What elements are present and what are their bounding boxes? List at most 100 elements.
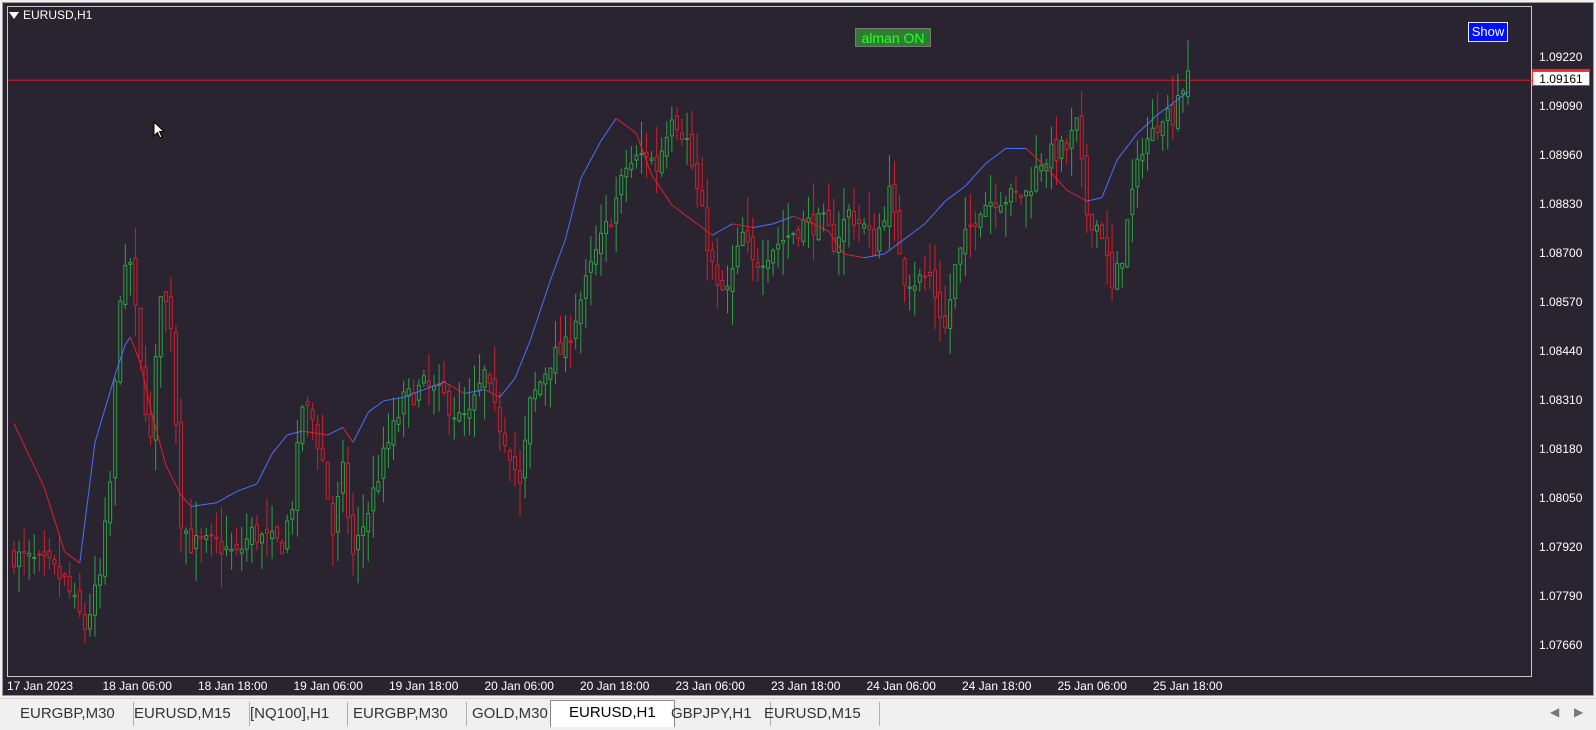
moving-average-segment: [767, 223, 774, 226]
moving-average-segment: [864, 256, 870, 259]
moving-average-segment: [519, 353, 526, 367]
price-axis-label: 1.07790: [1539, 589, 1583, 603]
moving-average-segment: [1137, 128, 1143, 134]
candle: [184, 527, 189, 565]
candle: [325, 461, 330, 500]
candle: [1059, 135, 1064, 172]
moving-average-segment: [919, 223, 926, 229]
plot-area[interactable]: [7, 6, 1533, 678]
candle: [507, 447, 512, 482]
price-axis-label: 1.09090: [1539, 99, 1583, 113]
candle: [877, 213, 882, 259]
price-chart[interactable]: [8, 7, 1533, 678]
time-axis-label: 25 Jan 18:00: [1153, 679, 1223, 693]
moving-average-segment: [884, 249, 890, 255]
tab-eurusd-m15[interactable]: EURUSD,M15: [746, 702, 880, 726]
candle: [927, 243, 932, 290]
moving-average-segment: [889, 246, 895, 251]
moving-average-segment: [772, 221, 779, 225]
moving-average-segment: [459, 390, 465, 394]
candle: [335, 481, 340, 561]
candle: [831, 198, 836, 255]
moving-average-segment: [691, 219, 698, 225]
candle: [381, 426, 386, 503]
moving-average-segment: [266, 453, 273, 465]
candle: [194, 501, 199, 581]
scroll-right-icon[interactable]: ▶: [1574, 705, 1583, 719]
moving-average-segment: [484, 389, 490, 393]
candle: [1125, 219, 1130, 269]
scroll-left-icon[interactable]: ◀: [1550, 705, 1559, 719]
candle: [634, 145, 639, 169]
candle: [938, 260, 943, 342]
candle: [113, 377, 118, 506]
candle: [1013, 176, 1018, 203]
triangle-down-icon[interactable]: [9, 11, 19, 19]
candle: [92, 556, 97, 637]
moving-average-segment: [565, 218, 572, 240]
tab-eurusd-m15[interactable]: EURUSD,M15: [116, 702, 250, 726]
moving-average-segment: [347, 434, 354, 443]
candle: [1029, 167, 1034, 219]
candle: [563, 315, 568, 373]
candle: [1140, 138, 1145, 179]
candle: [679, 118, 684, 147]
moving-average-segment: [509, 378, 516, 385]
moving-average-segment: [580, 168, 587, 179]
candle: [118, 296, 123, 385]
candle: [259, 531, 264, 570]
moving-average-segment: [38, 476, 45, 488]
moving-average-segment: [221, 496, 227, 501]
show-button[interactable]: Show: [1468, 22, 1508, 42]
candle: [725, 265, 730, 314]
moving-average-segment: [620, 121, 627, 127]
candle: [1044, 158, 1049, 189]
candle: [411, 379, 416, 406]
candle: [518, 450, 523, 516]
price-axis-label: 1.08440: [1539, 344, 1583, 358]
candle: [482, 365, 487, 420]
candle: [133, 228, 138, 337]
moving-average-segment: [191, 505, 197, 508]
price-axis-label: 1.08700: [1539, 246, 1583, 260]
candle: [371, 455, 376, 538]
candle: [583, 258, 588, 328]
tab-eurgbp-m30[interactable]: EURGBP,M30: [335, 702, 467, 726]
moving-average-segment: [959, 185, 966, 191]
candle: [897, 194, 902, 255]
candle: [705, 178, 710, 281]
moving-average-segment: [934, 206, 941, 213]
time-axis-label: 19 Jan 06:00: [293, 679, 363, 693]
moving-average-segment: [1076, 195, 1082, 199]
candle: [755, 247, 760, 283]
moving-average-segment: [949, 193, 956, 198]
candle: [396, 397, 401, 433]
time-axis-label: 18 Jan 18:00: [198, 679, 268, 693]
symbol-title[interactable]: EURUSD,H1: [9, 8, 92, 22]
moving-average-segment: [74, 558, 81, 564]
moving-average-segment: [995, 151, 1002, 157]
chart-tabs-bar: EURGBP,M30 EURUSD,M15 [NQ100],H1 EURGBP,M30…: [0, 698, 1596, 730]
candle: [103, 497, 108, 585]
candle: [887, 155, 892, 251]
candle: [816, 207, 821, 241]
moving-average-segment: [717, 229, 723, 233]
candle: [760, 239, 765, 296]
price-axis-label: 1.09220: [1539, 50, 1583, 64]
kalman-status-label: alman ON: [855, 28, 931, 47]
chart-window[interactable]: EURUSD,H1 alman ON Show 1.09161 1.09220 1…: [2, 2, 1594, 696]
moving-average-segment: [499, 390, 506, 398]
moving-average-segment: [362, 412, 369, 423]
tab--nq100-h1[interactable]: [NQ100],H1: [232, 702, 349, 726]
candle: [239, 526, 244, 571]
tab-eurgbp-m30[interactable]: EURGBP,M30: [2, 702, 134, 726]
candle: [730, 244, 735, 325]
moving-average-segment: [276, 440, 283, 448]
candle: [447, 383, 452, 435]
moving-average-segment: [514, 365, 521, 379]
moving-average-segment: [869, 255, 875, 258]
candle: [624, 149, 629, 203]
moving-average-segment: [1071, 192, 1077, 197]
candle: [857, 204, 862, 243]
candle: [345, 446, 350, 535]
